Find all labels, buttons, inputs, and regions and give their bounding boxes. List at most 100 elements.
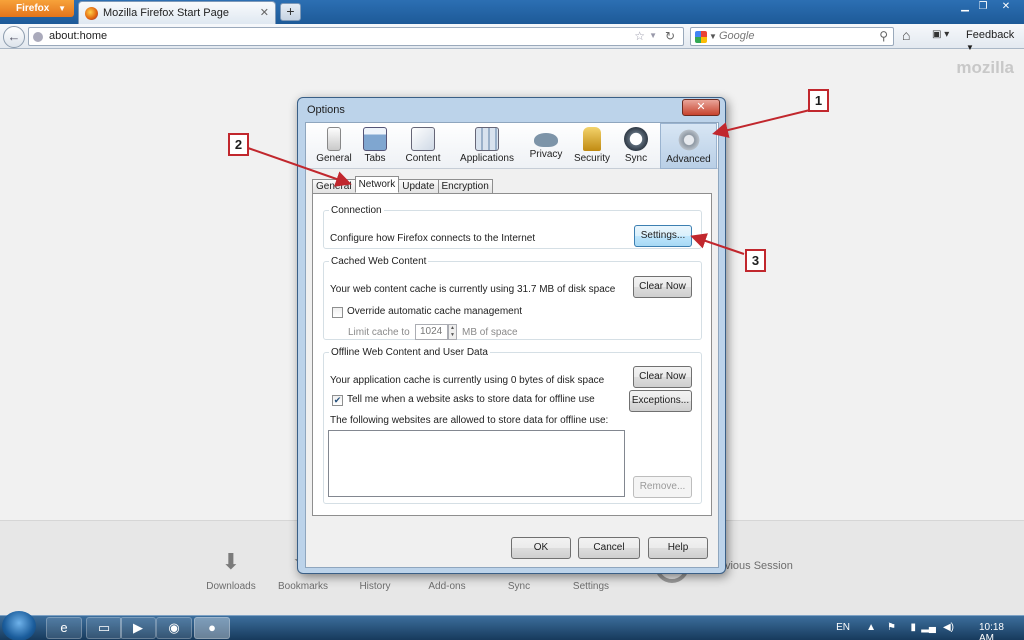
pane-tabs[interactable]: Tabs [358,123,392,169]
url-bar[interactable]: about:home ☆ ▼ ↻ [28,27,684,46]
ok-button[interactable]: OK [511,537,571,559]
content-icon [411,127,435,151]
chrome-icon[interactable]: ◉ [156,617,192,639]
network-panel: Connection Configure how Firefox connect… [312,193,712,516]
pane-content[interactable]: Content [398,123,448,169]
pane-security[interactable]: Security [570,123,614,169]
google-engine-icon[interactable] [695,31,707,43]
pane-label: Tabs [364,153,386,164]
offline-list-label: The following websites are allowed to st… [330,415,609,426]
pane-applications[interactable]: Applications [451,123,523,169]
offline-data-group: Offline Web Content and User Data Your a… [323,347,702,504]
bookmark-star-icon[interactable]: ☆ [634,29,645,43]
connection-settings-button[interactable]: Settings... [634,225,692,247]
cache-legend: Cached Web Content [331,256,427,267]
feedback-label: Feedback [966,29,1015,41]
connection-legend: Connection [331,205,382,216]
options-dialog: Options ✕ General Tabs Content Applicati… [297,97,726,574]
pane-general[interactable]: General [315,123,353,169]
battery-icon[interactable]: ▮ [910,622,916,633]
reload-icon[interactable]: ↻ [665,29,675,43]
toolbar-menu-icon[interactable]: ▣ ▾ [932,29,958,43]
annotation-callout-2: 2 [228,133,249,156]
firefox-menu-label: Firefox [16,3,50,14]
launcher-label: Downloads [206,581,256,592]
search-box[interactable]: ▼ Google ⚲ [690,27,894,46]
pane-label: Advanced [666,154,711,165]
tab-title: Mozilla Firefox Start Page [103,7,229,19]
gear-icon [676,128,701,152]
help-button[interactable]: Help [648,537,708,559]
engine-dropdown-icon[interactable]: ▼ [709,32,717,41]
media-player-icon[interactable]: ▶ [120,617,156,639]
lock-icon [583,127,601,151]
cache-size-stepper[interactable]: ▲ ▼ [448,324,457,340]
window-titlebar: Firefox ▼ Mozilla Firefox Start Page ✕ + … [0,0,1024,24]
pane-label: General [316,153,352,164]
subtab-update[interactable]: Update [398,179,439,194]
launcher-label: Settings [572,581,610,592]
restore-icon[interactable]: ❐ [974,0,992,14]
action-center-icon[interactable]: ⚑ [887,622,896,633]
tabs-icon [363,127,387,151]
cache-unit-label: MB of space [462,327,518,338]
url-text: about:home [49,30,108,42]
subtab-encryption[interactable]: Encryption [437,179,493,194]
clear-offline-button[interactable]: Clear Now [633,366,692,388]
pane-label: Applications [460,153,514,164]
firefox-task-icon[interactable]: ● [194,617,230,639]
launcher-label: Bookmarks [277,581,328,592]
url-history-dropdown-icon[interactable]: ▼ [649,31,657,40]
cancel-button[interactable]: Cancel [578,537,640,559]
windows-taskbar: e ▭ ▶ ◉ ● EN ▲ ⚑ ▮ ▂▄ ◀) 10:18 AM [0,611,1024,640]
mozilla-wordmark: mozilla [956,58,1014,77]
subtab-network[interactable]: Network [354,176,400,193]
connection-group: Connection Configure how Firefox connect… [323,205,702,249]
pane-advanced[interactable]: Advanced [660,123,717,169]
subtab-general[interactable]: General [312,179,356,194]
remove-site-button[interactable]: Remove... [633,476,692,498]
close-window-icon[interactable]: ✕ [992,0,1020,14]
pane-privacy[interactable]: Privacy [526,123,566,169]
pane-sync[interactable]: Sync [618,123,654,169]
chevron-down-icon: ▼ [58,4,66,13]
override-cache-checkbox[interactable] [332,307,343,318]
launcher-downloads[interactable]: ⬇ Downloads [196,549,266,592]
firefox-menu-button[interactable]: Firefox ▼ [0,0,74,17]
mask-icon [534,133,558,147]
annotation-callout-1: 1 [808,89,829,112]
ie-icon[interactable]: e [46,617,82,639]
launcher-label: Add-ons [428,581,466,592]
override-cache-label: Override automatic cache management [347,306,523,317]
volume-icon[interactable]: ◀) [943,622,954,633]
home-icon[interactable]: ⌂ [902,27,910,43]
search-placeholder: Google [719,30,755,42]
offline-usage-text: Your application cache is currently usin… [330,375,605,386]
folder-icon[interactable]: ▭ [86,617,122,639]
clear-cache-button[interactable]: Clear Now [633,276,692,298]
dialog-close-button[interactable]: ✕ [682,99,720,116]
tab-start-page[interactable]: Mozilla Firefox Start Page ✕ [78,1,276,24]
offline-sites-list[interactable] [328,430,625,497]
tell-me-checkbox[interactable]: ✔ [332,395,343,406]
minimize-icon[interactable]: ▁ [956,0,974,14]
sync-icon [624,127,648,151]
show-hidden-icons-icon[interactable]: ▲ [866,622,876,633]
start-orb-icon[interactable] [2,611,36,640]
clock[interactable]: 10:18 AM [979,622,1004,640]
pane-label: Security [573,153,611,164]
launcher-label: Sync [507,581,531,592]
pane-label: Content [405,153,441,164]
close-tab-icon[interactable]: ✕ [260,6,269,19]
pane-label: Privacy [529,149,563,160]
back-arrow-icon[interactable]: ← [3,26,25,48]
search-icon[interactable]: ⚲ [879,29,888,43]
language-indicator[interactable]: EN [836,622,850,633]
new-tab-button[interactable]: + [280,3,301,21]
download-icon: ⬇ [221,549,241,574]
cache-size-input[interactable]: 1024 [415,324,448,340]
exceptions-button[interactable]: Exceptions... [629,390,692,412]
pane-selector: General Tabs Content Applications Privac… [306,123,718,169]
globe-icon [33,32,43,42]
network-icon[interactable]: ▂▄ [921,622,936,633]
